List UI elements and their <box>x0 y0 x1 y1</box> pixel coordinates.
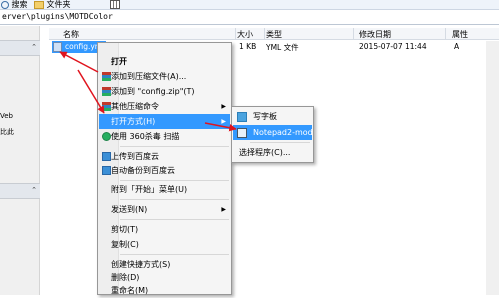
archive-icon <box>102 72 111 81</box>
menu-item-label: 剪切(T) <box>111 225 139 234</box>
360-antivirus-icon <box>102 132 111 141</box>
menu-item-label: 打开 <box>111 57 127 66</box>
file-modified: 2015-07-07 11:44 <box>359 42 427 51</box>
menu-item-auto-backup-baidu[interactable]: 自动备份到百度云 <box>99 163 230 178</box>
cloud-backup-icon <box>102 166 111 175</box>
notepad-icon <box>237 128 247 138</box>
menu-item-label: 上传到百度云 <box>111 152 159 161</box>
menu-item-label: 添加到 "config.zip"(T) <box>111 87 195 96</box>
new-folder-button[interactable]: 文件夹 <box>34 0 71 10</box>
menu-item-copy[interactable]: 复制(C) <box>99 237 230 252</box>
column-attributes[interactable]: 属性 <box>452 29 468 40</box>
column-header: 名称 大小 类型 修改日期 属性 <box>49 28 499 40</box>
submenu-arrow-icon: ▶ <box>221 206 226 213</box>
archive-icon <box>102 102 111 111</box>
nav-group-1[interactable]: ⌃ <box>0 40 40 56</box>
collapse-icon[interactable]: ⌃ <box>31 43 37 51</box>
menu-separator <box>120 146 229 147</box>
archive-icon <box>102 87 111 96</box>
menu-separator <box>120 180 229 181</box>
grid-view-icon <box>110 0 120 9</box>
column-type[interactable]: 类型 <box>266 29 282 40</box>
menu-item-label: 附到「开始」菜单(U) <box>111 185 188 194</box>
menu-item-cut[interactable]: 剪切(T) <box>99 222 230 237</box>
view-options-button[interactable] <box>110 0 120 10</box>
menu-separator <box>120 254 229 255</box>
menu-item-360-scan[interactable]: 使用 360杀毒 扫描 <box>99 129 230 144</box>
column-name[interactable]: 名称 <box>63 29 79 40</box>
menu-item-pin-to-start[interactable]: 附到「开始」菜单(U) <box>99 182 230 197</box>
submenu-arrow-icon: ▶ <box>221 118 226 125</box>
wordpad-icon <box>237 112 247 122</box>
menu-item-label: 重命名(M) <box>111 286 149 295</box>
submenu-item-notepad2[interactable]: Notepad2-mod <box>233 125 313 140</box>
navigation-pane: ⌃ Veb 比此 ⌃ <box>0 26 40 295</box>
nav-text-line1: Veb <box>0 112 13 120</box>
menu-item-label: 自动备份到百度云 <box>111 166 175 175</box>
submenu-arrow-icon: ▶ <box>221 103 226 110</box>
collapse-icon[interactable]: ⌃ <box>31 186 37 194</box>
submenu-item-wordpad[interactable]: 写字板 <box>233 109 312 124</box>
menu-separator <box>120 219 229 220</box>
menu-item-open[interactable]: 打开 <box>99 54 230 69</box>
folder-icon <box>34 0 44 9</box>
new-folder-label: 文件夹 <box>46 0 71 9</box>
menu-item-add-to-archive[interactable]: 添加到压缩文件(A)... <box>99 69 230 84</box>
menu-item-label: 打开方式(H) <box>111 117 156 126</box>
submenu-item-label: Notepad2-mod <box>253 128 313 137</box>
submenu-item-label: 写字板 <box>253 112 277 121</box>
context-menu: 打开 添加到压缩文件(A)... 添加到 "config.zip"(T) 其他压… <box>97 42 232 295</box>
column-modified[interactable]: 修改日期 <box>359 29 391 40</box>
column-divider[interactable] <box>264 28 265 40</box>
menu-item-label: 其他压缩命令 <box>111 102 159 111</box>
column-divider[interactable] <box>353 28 354 40</box>
column-divider[interactable] <box>445 28 446 40</box>
file-size: 1 KB <box>239 42 257 51</box>
menu-item-label: 发送到(N) <box>111 205 148 214</box>
file-attributes: A <box>454 42 460 51</box>
open-with-submenu: 写字板 Notepad2-mod 选择程序(C)... <box>231 106 314 163</box>
menu-item-upload-baidu[interactable]: 上传到百度云 <box>99 149 230 164</box>
file-icon <box>53 42 62 52</box>
nav-text-line2: 比此 <box>0 128 14 136</box>
column-size[interactable]: 大小 <box>237 29 253 40</box>
search-label: 搜索 <box>11 0 28 9</box>
annotation-arrow <box>59 51 99 73</box>
menu-separator <box>120 199 229 200</box>
address-bar[interactable]: erver\plugins\MOTDColor <box>0 10 499 25</box>
menu-item-send-to[interactable]: 发送到(N) ▶ <box>99 202 230 217</box>
address-path: erver\plugins\MOTDColor <box>2 12 113 21</box>
menu-item-label: 添加到压缩文件(A)... <box>111 72 187 81</box>
submenu-item-label: 选择程序(C)... <box>239 148 291 157</box>
menu-item-rename[interactable]: 重命名(M) <box>99 283 230 298</box>
nav-group-2[interactable]: ⌃ <box>0 183 40 199</box>
column-divider[interactable] <box>235 28 236 40</box>
file-type: YML 文件 <box>266 43 299 52</box>
search-button[interactable]: 搜索 <box>1 0 28 10</box>
search-icon <box>1 0 9 9</box>
vertical-scrollbar[interactable] <box>486 41 499 295</box>
menu-item-add-to-zip[interactable]: 添加到 "config.zip"(T) <box>99 84 230 99</box>
submenu-item-choose-program[interactable]: 选择程序(C)... <box>233 145 312 160</box>
menu-item-other-compress[interactable]: 其他压缩命令 ▶ <box>99 99 230 114</box>
menu-item-open-with[interactable]: 打开方式(H) ▶ <box>99 114 230 129</box>
menu-item-label: 复制(C) <box>111 240 139 249</box>
menu-item-label: 使用 360杀毒 扫描 <box>111 132 180 141</box>
cloud-upload-icon <box>102 152 111 161</box>
toolbar: 搜索 文件夹 <box>0 0 499 10</box>
menu-separator <box>250 142 310 143</box>
